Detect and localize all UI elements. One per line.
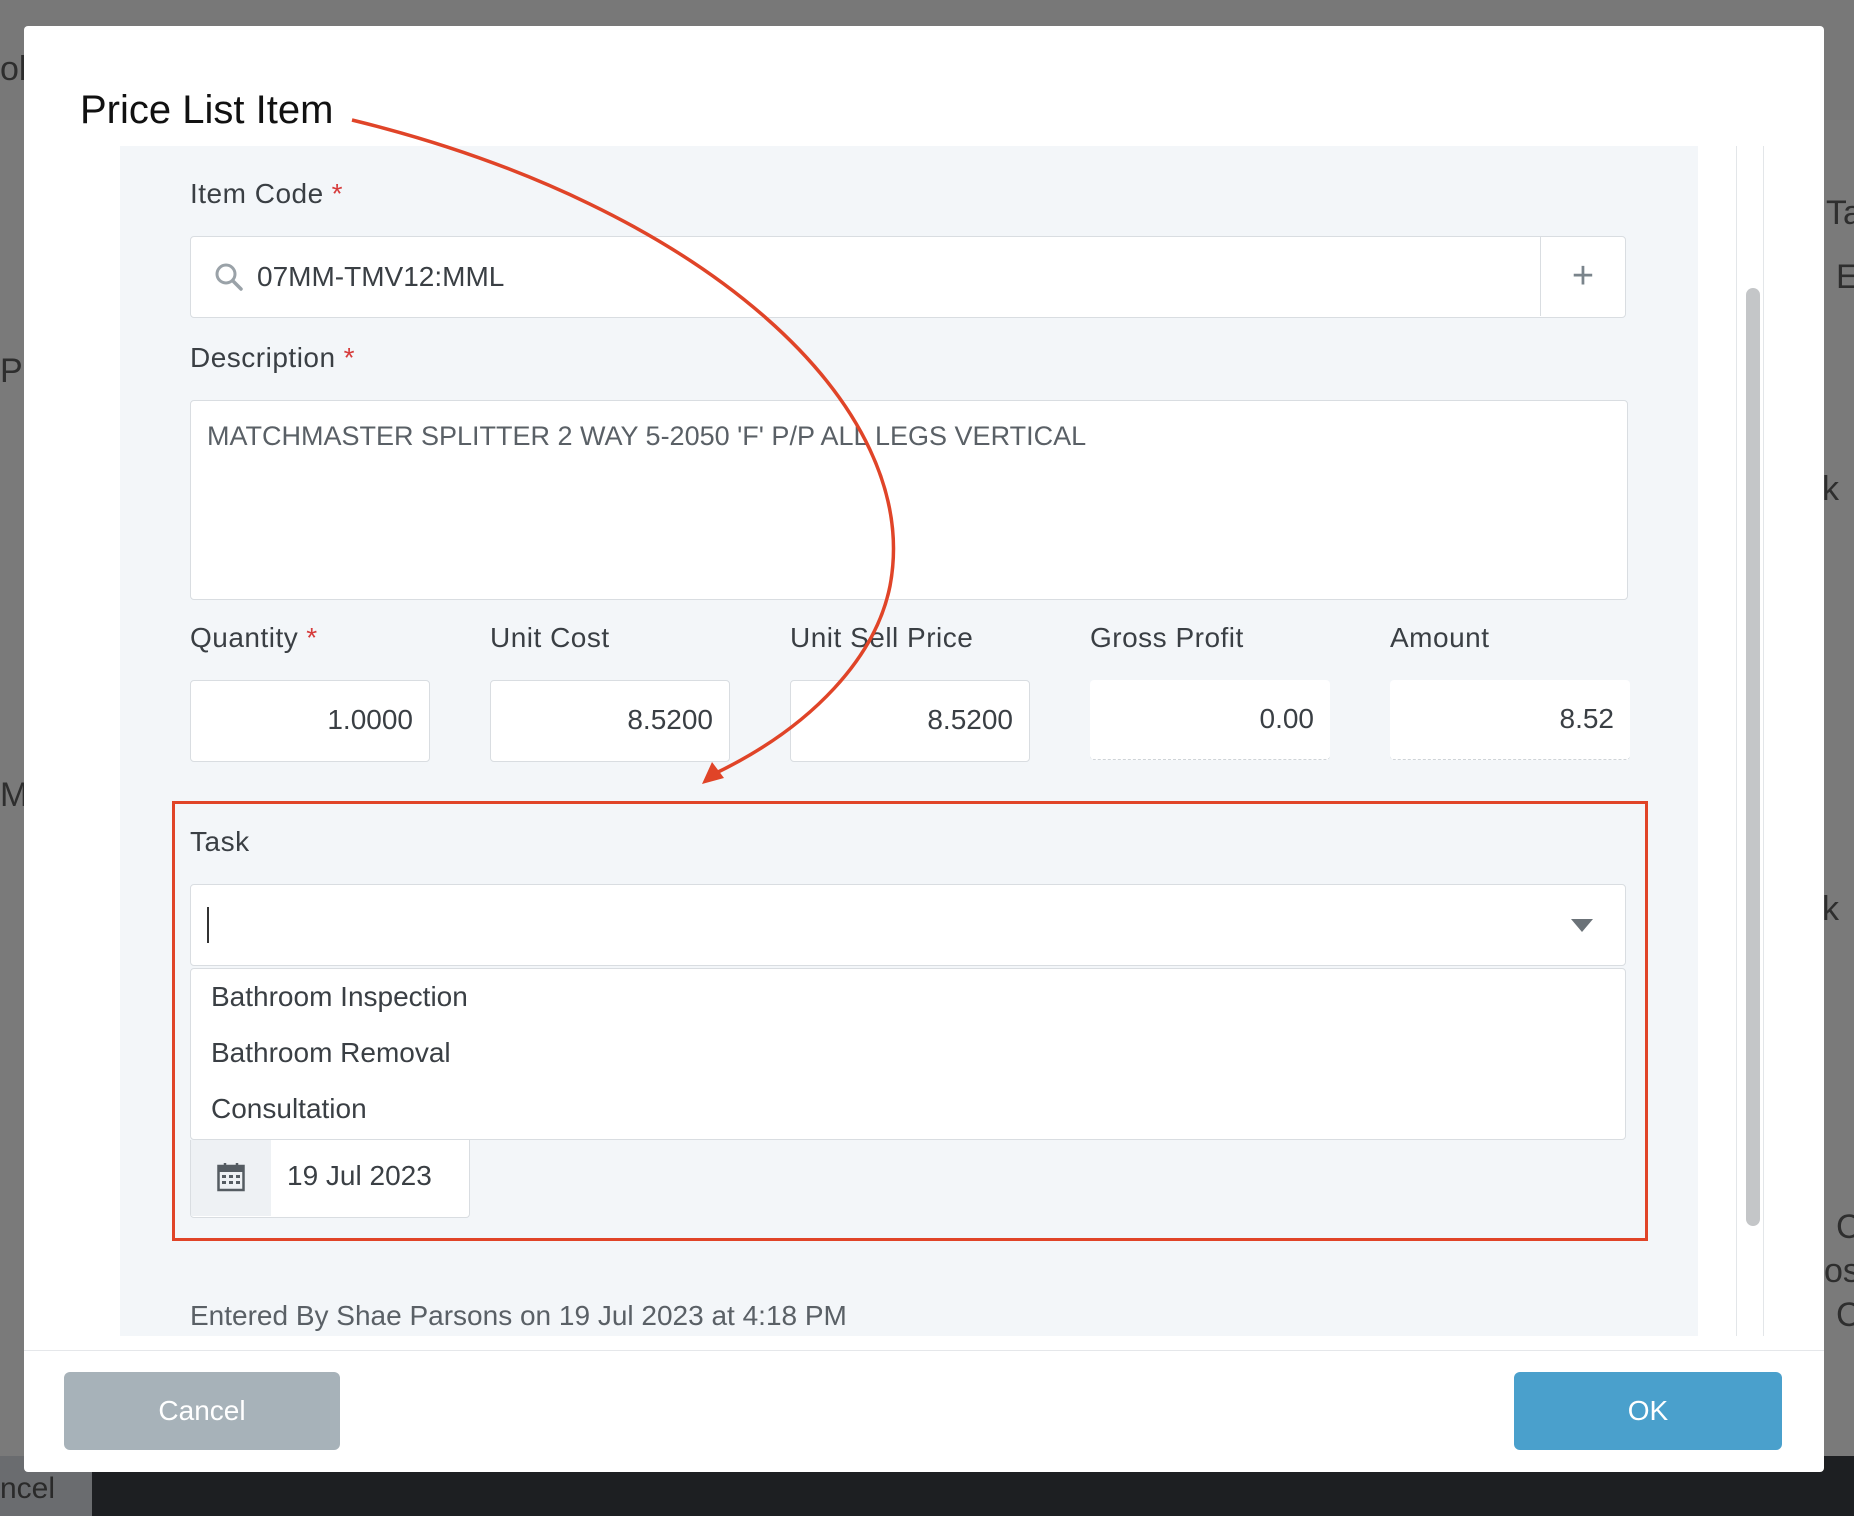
item-code-label: Item Code * [190, 178, 343, 210]
item-code-label-text: Item Code [190, 178, 324, 209]
amount-label: Amount [1390, 622, 1490, 653]
item-code-field[interactable]: 07MM-TMV12:MML + [190, 236, 1626, 318]
gross-profit-value: 0.00 [1090, 680, 1330, 760]
background-text-right: k [1822, 890, 1839, 928]
quantity-input[interactable]: 1.0000 [190, 680, 430, 762]
gross-profit-label: Gross Profit [1090, 622, 1244, 653]
required-mark: * [331, 178, 344, 209]
annotation-highlight-box [172, 801, 1648, 1241]
description-textarea[interactable]: MATCHMASTER SPLITTER 2 WAY 5-2050 'F' P/… [190, 400, 1628, 600]
required-mark: * [343, 342, 355, 373]
search-icon [213, 261, 245, 300]
background-text-right: k [1822, 470, 1839, 508]
scrollbar-thumb[interactable] [1746, 288, 1760, 1226]
price-list-item-dialog: Price List Item Item Code * 07MM-TMV12:MM… [24, 26, 1824, 1472]
ok-button[interactable]: OK [1514, 1372, 1782, 1450]
item-code-value: 07MM-TMV12:MML [257, 261, 505, 292]
background-text-right: E [1836, 258, 1854, 296]
background-text-right: Ta [1826, 194, 1854, 232]
plus-icon: + [1571, 255, 1595, 297]
amount-value: 8.52 [1390, 680, 1630, 760]
unit-cost-input[interactable]: 8.5200 [490, 680, 730, 762]
entered-by-text: Entered By Shae Parsons on 19 Jul 2023 a… [190, 1300, 847, 1331]
required-mark: * [306, 622, 318, 653]
dialog-title: Price List Item [80, 88, 334, 132]
unit-sell-price-input[interactable]: 8.5200 [790, 680, 1030, 762]
unit-cost-label: Unit Cost [490, 622, 610, 653]
background-text-right: C [1836, 1296, 1854, 1334]
background-text-right: os [1824, 1252, 1854, 1290]
description-label: Description * [190, 342, 355, 374]
footer-divider [24, 1350, 1824, 1351]
cancel-button[interactable]: Cancel [64, 1372, 340, 1450]
description-label-text: Description [190, 342, 336, 373]
quantity-label: Quantity * [190, 622, 318, 654]
add-item-button[interactable]: + [1540, 237, 1625, 316]
quantity-label-text: Quantity [190, 622, 299, 653]
background-text-right: C [1836, 1208, 1854, 1246]
unit-sell-price-label: Unit Sell Price [790, 622, 974, 653]
